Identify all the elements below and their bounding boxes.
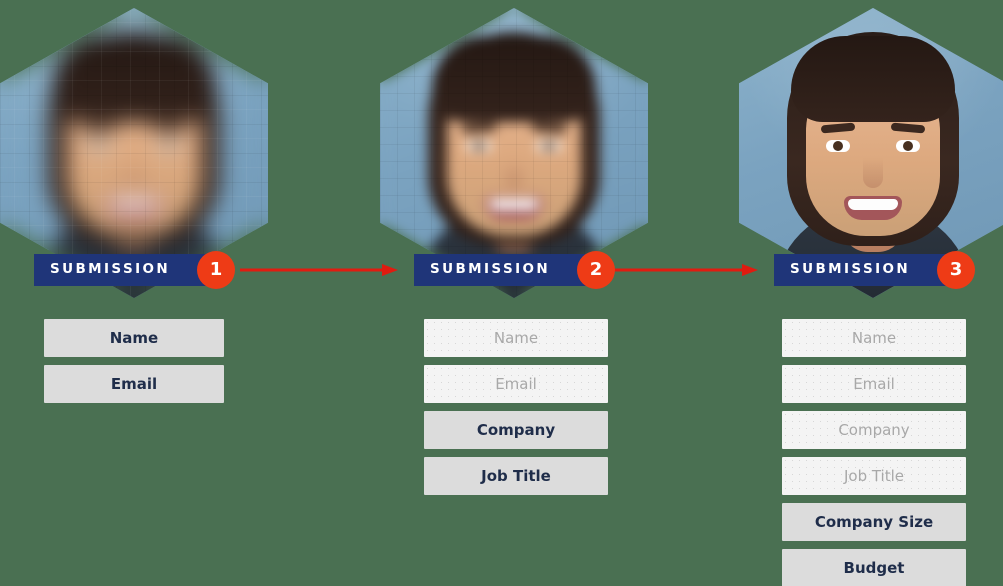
field-label: Name	[851, 329, 897, 347]
portrait-mouth	[844, 196, 902, 220]
submission-badge-label-1: SUBMISSION	[50, 261, 171, 278]
field-company[interactable]: Company	[782, 411, 966, 449]
field-label: Email	[110, 375, 158, 393]
portrait-eye-right	[896, 140, 920, 152]
field-label: Company	[838, 421, 910, 439]
field-company[interactable]: Company	[424, 411, 608, 449]
field-list-1: Name Email	[44, 319, 224, 411]
portrait-teeth	[109, 199, 159, 210]
submission-column-1: SUBMISSION 1 Name Email	[0, 0, 279, 586]
portrait-eye-right	[157, 140, 181, 152]
arrow-right-icon	[240, 264, 398, 276]
portrait-mouth	[105, 196, 163, 220]
field-label: Email	[853, 375, 895, 393]
portrait-nose	[124, 158, 144, 188]
field-email[interactable]: Email	[44, 365, 224, 403]
submission-badge-number-3: 3	[937, 251, 975, 289]
field-label: Name	[109, 329, 159, 347]
portrait-eye-left	[467, 140, 491, 152]
submission-badge-1: SUBMISSION 1	[34, 251, 235, 289]
portrait-eye-left	[826, 140, 850, 152]
portrait-eye-left	[87, 140, 111, 152]
submission-column-2: SUBMISSION 2 Name Email Company Job Titl…	[369, 0, 659, 586]
submission-badge-label-2: SUBMISSION	[430, 261, 551, 278]
field-label: Email	[495, 375, 537, 393]
portrait-hair-front	[52, 36, 216, 122]
field-name[interactable]: Name	[44, 319, 224, 357]
field-label: Company Size	[814, 513, 934, 531]
submission-badge-number-1: 1	[197, 251, 235, 289]
portrait-mouth	[485, 196, 543, 220]
submission-badge-number-2: 2	[577, 251, 615, 289]
submission-badge-label-3: SUBMISSION	[790, 261, 911, 278]
arrow-right-icon	[600, 264, 758, 276]
submission-badge-2: SUBMISSION 2	[414, 251, 615, 289]
portrait-hair-front	[432, 36, 596, 122]
arrow-submission-2-to-3	[600, 263, 758, 277]
field-name[interactable]: Name	[782, 319, 966, 357]
field-budget[interactable]: Budget	[782, 549, 966, 586]
field-label: Company	[476, 421, 556, 439]
field-name[interactable]: Name	[424, 319, 608, 357]
field-company-size[interactable]: Company Size	[782, 503, 966, 541]
arrow-submission-1-to-2	[240, 263, 398, 277]
field-list-3: Name Email Company Job Title Company Siz…	[782, 319, 966, 586]
field-label: Budget	[843, 559, 905, 577]
progressive-profiling-diagram: SUBMISSION 1 Name Email SUBMISSION 2 Nam…	[0, 0, 1003, 586]
portrait-nose	[863, 158, 883, 188]
field-email[interactable]: Email	[782, 365, 966, 403]
portrait-hair-front	[791, 36, 955, 122]
field-label: Job Title	[481, 467, 551, 485]
submission-badge-3: SUBMISSION 3	[774, 251, 975, 289]
field-email[interactable]: Email	[424, 365, 608, 403]
field-label: Job Title	[843, 467, 905, 485]
field-job-title[interactable]: Job Title	[782, 457, 966, 495]
portrait-nose	[504, 158, 524, 188]
portrait-teeth	[848, 199, 898, 210]
field-job-title[interactable]: Job Title	[424, 457, 608, 495]
field-list-2: Name Email Company Job Title	[424, 319, 608, 503]
portrait-eye-right	[537, 140, 561, 152]
submission-column-3: SUBMISSION 3 Name Email Company Job Titl…	[728, 0, 1003, 586]
portrait-teeth	[489, 199, 539, 210]
field-label: Name	[493, 329, 539, 347]
